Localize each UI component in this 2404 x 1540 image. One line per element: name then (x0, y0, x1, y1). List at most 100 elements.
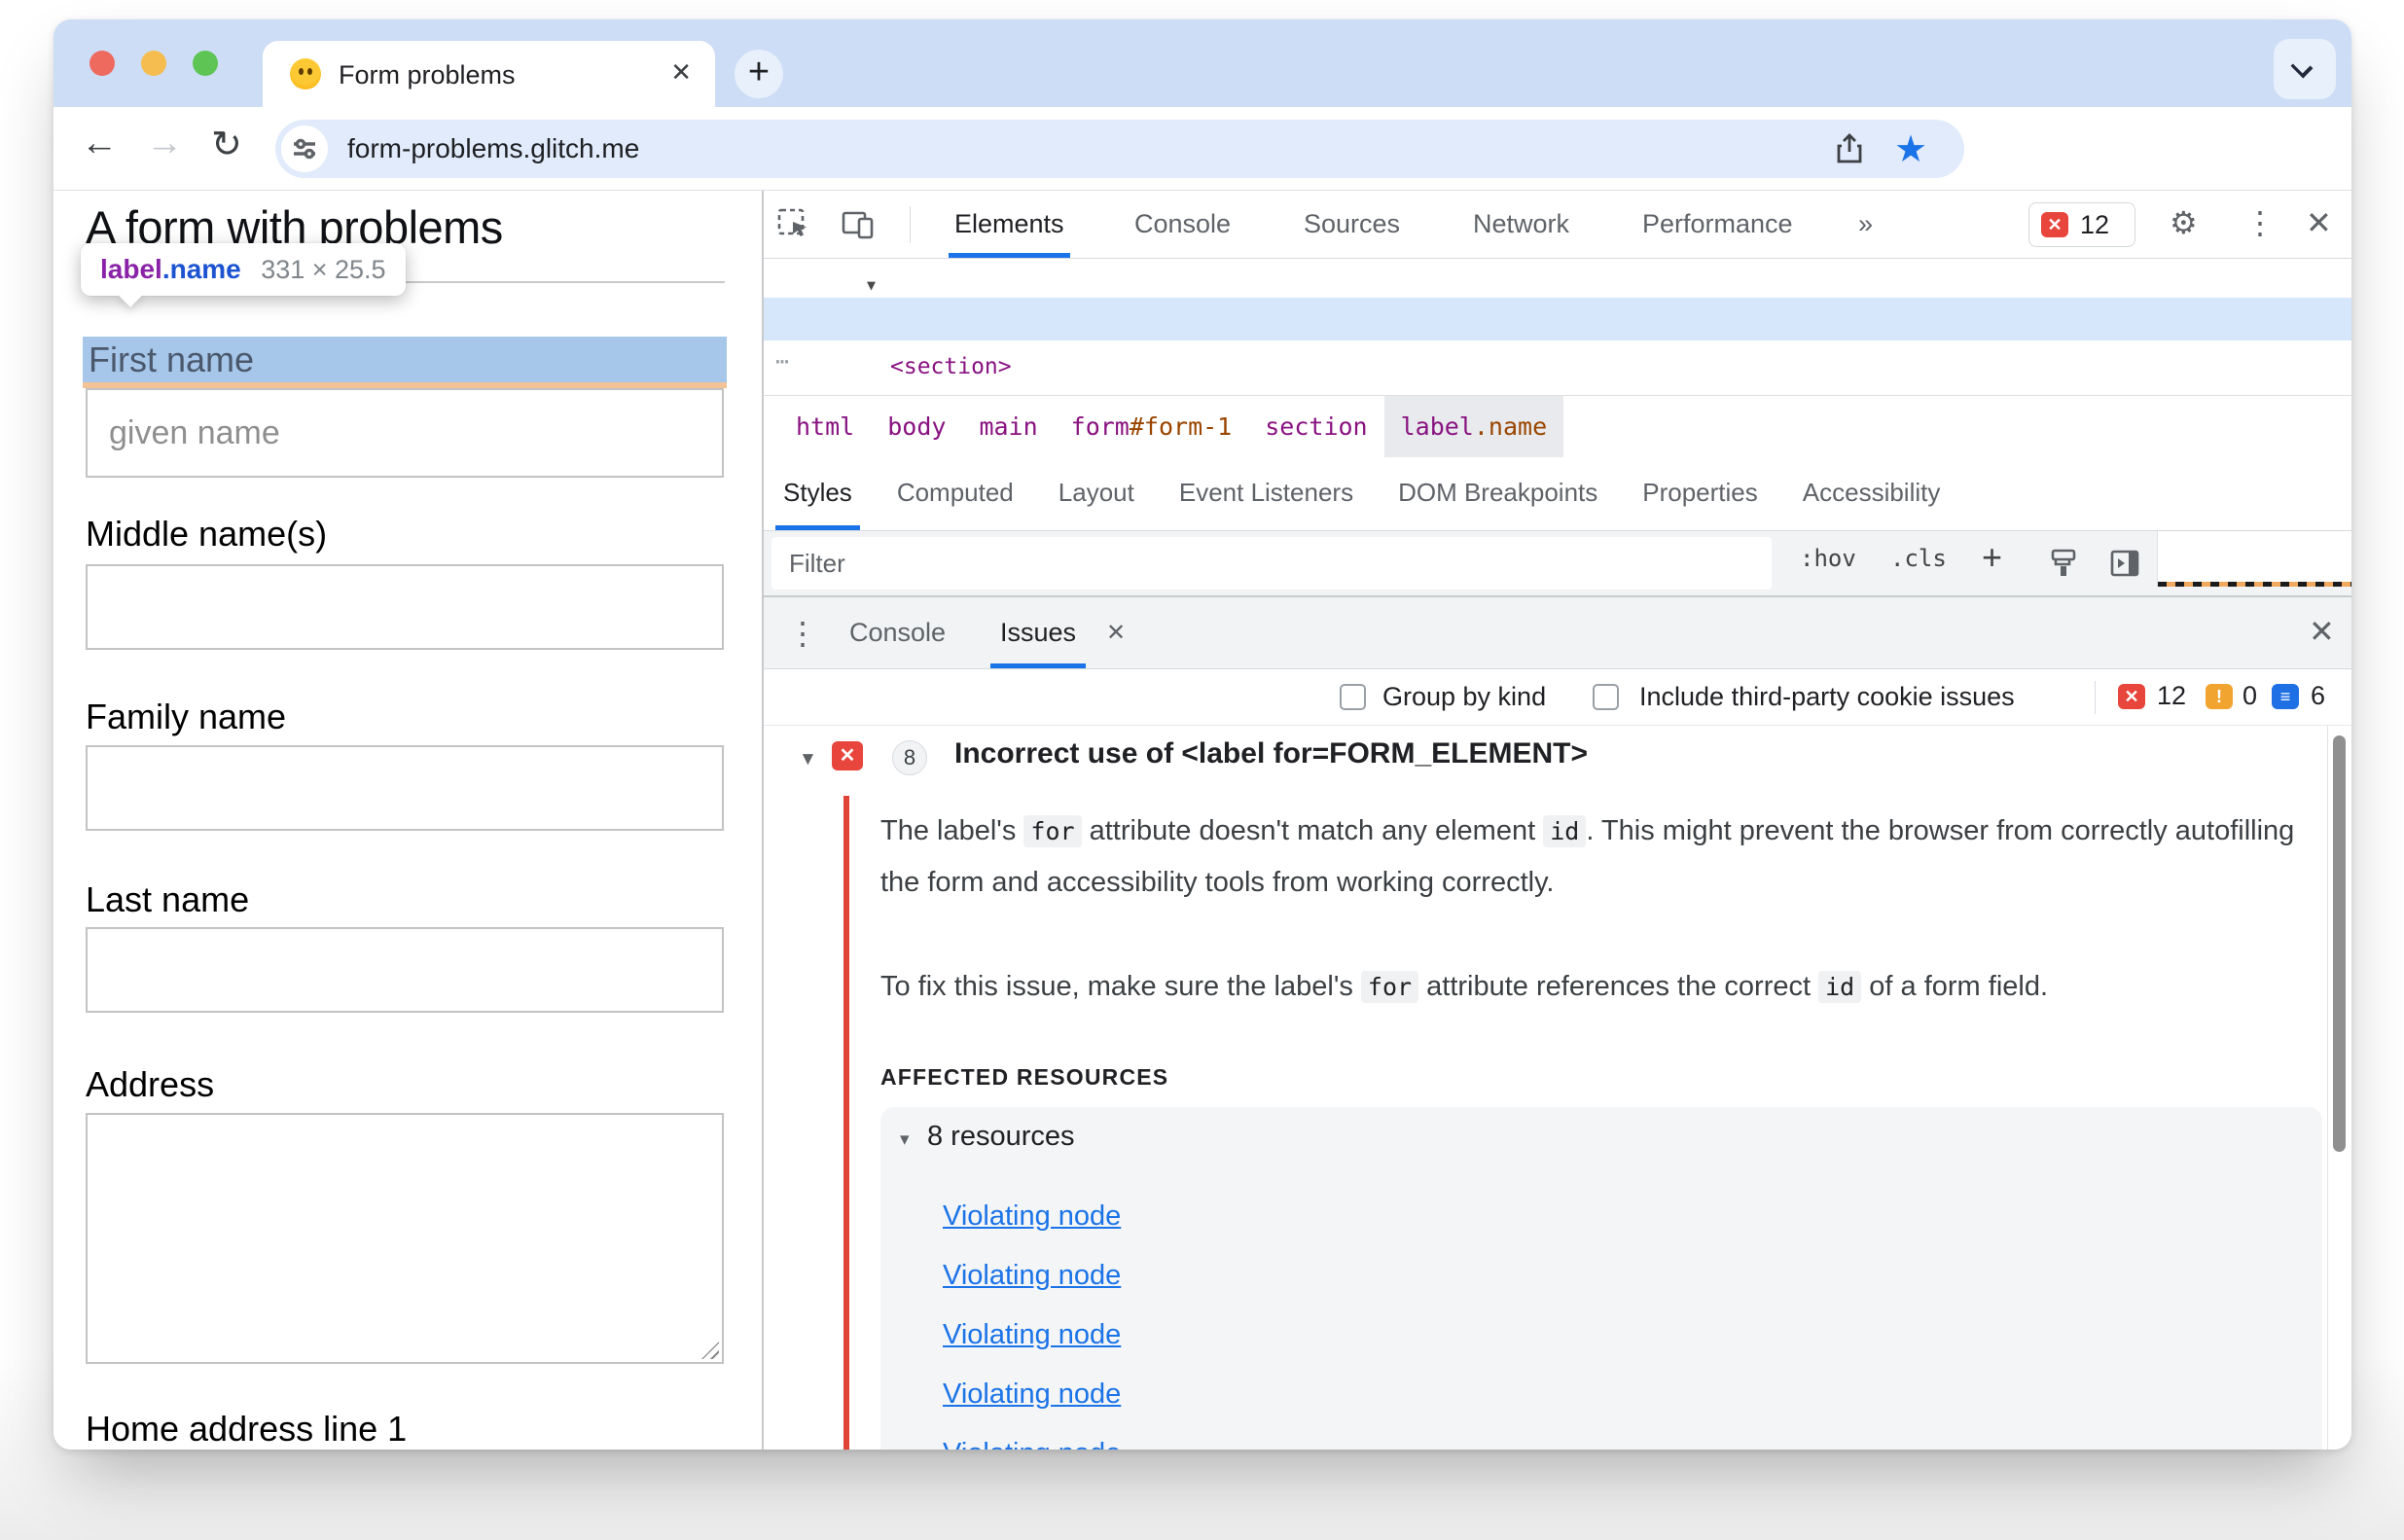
code-chip-id: id (1543, 815, 1587, 847)
reload-button[interactable]: ↻ (211, 123, 242, 166)
tab-sources[interactable]: Sources (1304, 191, 1400, 258)
issue-expander-icon[interactable]: ▼ (799, 749, 817, 770)
inspect-tooltip: label.name 331 × 25.5 (81, 243, 406, 296)
new-style-rule-button[interactable]: + (1982, 537, 2002, 578)
share-icon (1837, 133, 1862, 163)
message-bubble-icon: ≡ (2272, 684, 2299, 709)
forward-button[interactable]: → (146, 123, 183, 164)
code-line-input[interactable]: <input id="given-name" name="given-name"… (764, 340, 2351, 383)
rendering-emulation-button[interactable] (2048, 547, 2081, 580)
last-name-field-wrap (86, 927, 724, 1013)
share-button[interactable] (1832, 131, 1867, 166)
tab-search-chevron-button[interactable] (2274, 39, 2336, 99)
code-chip-for: for (1023, 815, 1082, 847)
error-bubble-icon: ✕ (2118, 684, 2145, 709)
traffic-light-minimize[interactable] (141, 51, 166, 76)
tab-dom-breakpoints[interactable]: DOM Breakpoints (1398, 457, 1597, 530)
third-party-checkbox[interactable] (1593, 684, 1619, 710)
group-by-kind-label[interactable]: Group by kind (1382, 682, 1546, 712)
address-bar[interactable]: form-problems.glitch.me ★ (275, 120, 1964, 178)
drawer-tab-issues[interactable]: Issues (989, 597, 1087, 668)
tab-performance[interactable]: Performance (1642, 191, 1793, 258)
tooltip-tag: label (100, 254, 162, 284)
elements-tree: ▼ <section> ⋯ <label for class="name" na… (764, 259, 2351, 395)
tab-elements[interactable]: Elements (949, 191, 1070, 258)
issues-warning-count: 0 (2243, 681, 2258, 710)
back-button[interactable]: ← (81, 123, 118, 164)
issue-detail-area: ▼ ✕ 8 Incorrect use of <label for=FORM_E… (764, 726, 2351, 1450)
show-sidebar-button[interactable] (2108, 547, 2141, 580)
affected-resources-card: ▾ 8 resources Violating node Violating n… (880, 1107, 2322, 1450)
last-name-input[interactable] (88, 929, 722, 1011)
bookmark-star-icon[interactable]: ★ (1894, 127, 1929, 170)
issues-count-button[interactable]: ✕ 12 (2028, 202, 2135, 247)
breadcrumb-main[interactable]: main (962, 396, 1054, 457)
tab-network[interactable]: Network (1473, 191, 1569, 258)
traffic-light-zoom[interactable] (193, 51, 218, 76)
family-name-label: Family name (86, 697, 287, 736)
warning-bubble-icon: ! (2206, 684, 2233, 709)
breadcrumb-body[interactable]: body (871, 396, 962, 457)
issue-description-p1: The label's for attribute doesn't match … (880, 815, 2295, 898)
third-party-label[interactable]: Include third-party cookie issues (1639, 682, 2015, 712)
address-textarea[interactable] (86, 1113, 724, 1364)
traffic-light-close[interactable] (90, 51, 115, 76)
resources-summary[interactable]: 8 resources (927, 1121, 1075, 1153)
drawer-tab-bar: ⋮ Console Issues ✕ ✕ (764, 597, 2351, 669)
resize-handle-icon[interactable] (701, 1342, 719, 1359)
drawer-tab-console[interactable]: Console (849, 597, 946, 668)
inspect-cursor-icon (777, 208, 807, 236)
tab-close-icon[interactable]: ✕ (670, 57, 692, 88)
first-name-label: First name (89, 340, 255, 379)
browser-tab[interactable]: Form problems ✕ (263, 41, 715, 107)
issues-toolbar-divider (2095, 681, 2096, 714)
drawer-menu-icon[interactable]: ⋮ (787, 615, 818, 652)
tooltip-class: .name (161, 254, 241, 284)
code-line-placeholder[interactable]: placeholder="given-name"> (764, 383, 2351, 395)
styles-filter-input[interactable] (771, 537, 1772, 590)
styles-sidebar-preview (2157, 531, 2351, 587)
violating-node-link[interactable]: Violating node (943, 1260, 1121, 1292)
scrollbar-thumb[interactable] (2333, 735, 2346, 1152)
drawer-close-icon[interactable]: ✕ (2309, 613, 2335, 650)
address-label: Address (86, 1064, 215, 1104)
tab-layout[interactable]: Layout (1058, 457, 1134, 530)
tab-event-listeners[interactable]: Event Listeners (1179, 457, 1353, 530)
middle-name-input[interactable] (88, 566, 722, 648)
inspect-element-button[interactable] (775, 206, 812, 243)
hov-toggle[interactable]: :hov (1800, 545, 1856, 572)
breadcrumb-label-name[interactable]: label .name (1383, 396, 1564, 457)
tab-console[interactable]: Console (1134, 191, 1231, 258)
affected-resources-heading: AFFECTED RESOURCES (880, 1064, 1169, 1090)
breadcrumb-html[interactable]: html (779, 396, 871, 457)
tab-properties[interactable]: Properties (1642, 457, 1758, 530)
tab-accessibility[interactable]: Accessibility (1803, 457, 1941, 530)
breadcrumb-form[interactable]: form #form-1 (1055, 396, 1249, 457)
settings-gear-icon[interactable]: ⚙ (2170, 204, 2198, 241)
tab-computed[interactable]: Computed (897, 457, 1014, 530)
violating-node-link[interactable]: Violating node (943, 1319, 1121, 1351)
family-name-input[interactable] (88, 747, 722, 829)
more-tabs-button[interactable]: » (1858, 191, 1873, 258)
breadcrumb-section[interactable]: section (1248, 396, 1383, 457)
group-by-kind-checkbox[interactable] (1340, 684, 1366, 710)
violating-node-link[interactable]: Violating node (943, 1200, 1121, 1233)
site-settings-button[interactable] (281, 125, 328, 172)
issues-tab-close-icon[interactable]: ✕ (1106, 597, 1126, 668)
given-name-input[interactable] (88, 390, 722, 476)
window-content: A form with problems First name label.na… (54, 191, 2351, 1450)
new-tab-button[interactable]: + (735, 50, 783, 98)
url-text[interactable]: form-problems.glitch.me (347, 133, 639, 164)
device-toolbar-button[interactable] (840, 206, 877, 243)
code-line-label-selected[interactable]: ⋯ <label for class="name" name="first-na… (764, 298, 2351, 375)
cls-toggle[interactable]: .cls (1890, 545, 1947, 572)
tune-icon (294, 138, 315, 160)
devtools-menu-icon[interactable]: ⋮ (2244, 204, 2276, 241)
violating-node-link[interactable]: Violating node (943, 1379, 1121, 1411)
resources-expander-icon[interactable]: ▾ (900, 1128, 910, 1151)
tab-styles[interactable]: Styles (775, 457, 860, 530)
devtools-close-icon[interactable]: ✕ (2306, 204, 2332, 241)
violating-node-link[interactable]: Violating node (943, 1438, 1121, 1450)
issue-description-p2: To fix this issue, make sure the label's… (880, 971, 2049, 1003)
issue-title[interactable]: Incorrect use of <label for=FORM_ELEMENT… (954, 737, 1588, 770)
